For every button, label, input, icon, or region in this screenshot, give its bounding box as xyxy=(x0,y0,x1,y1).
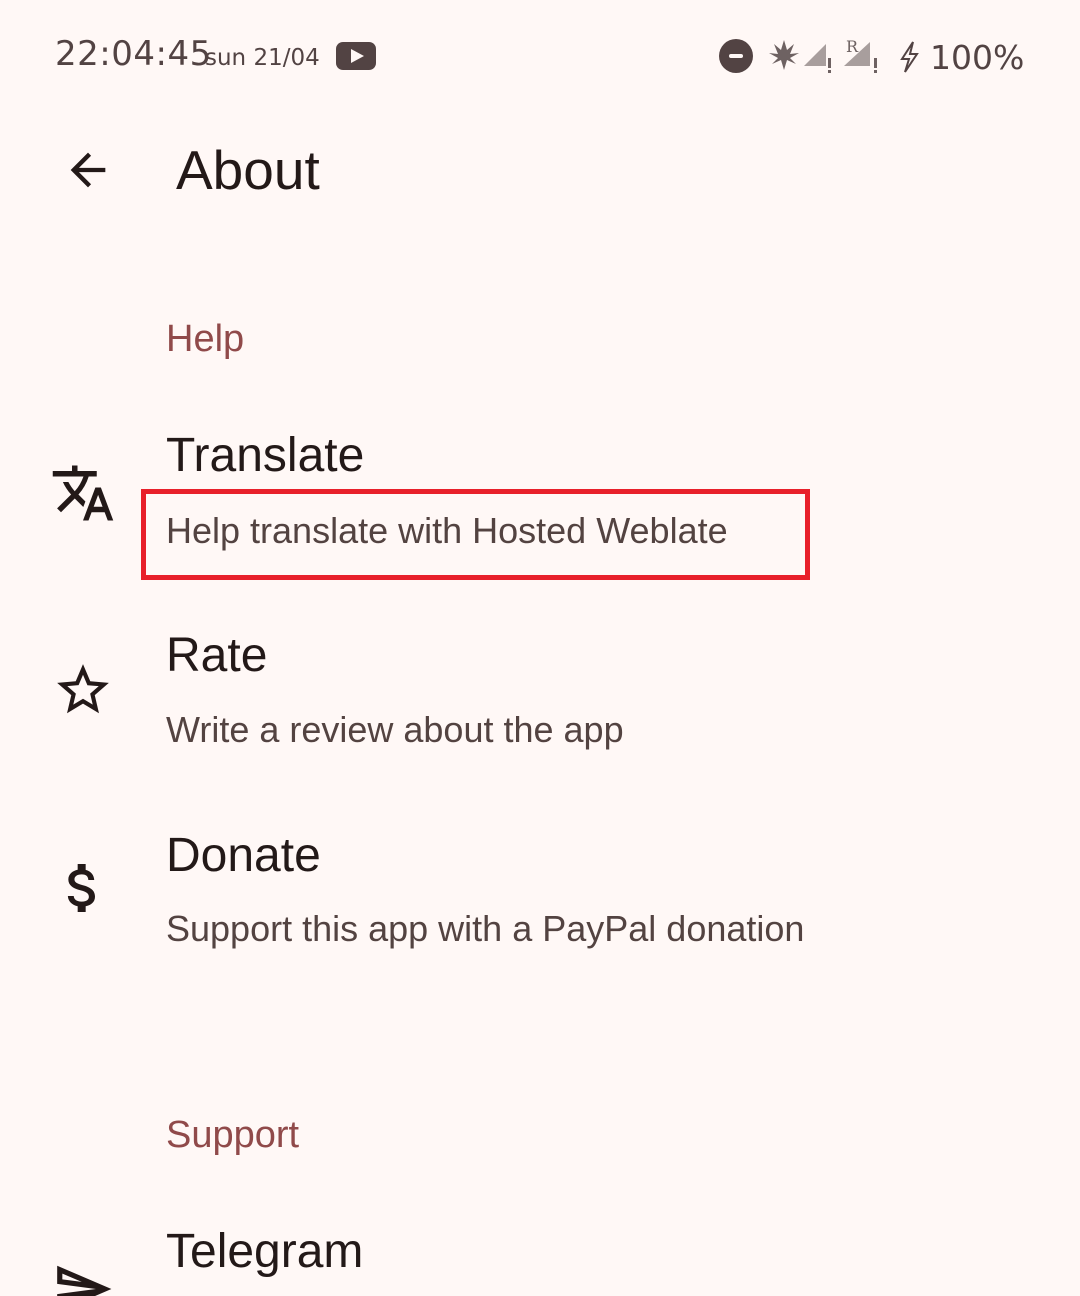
item-title: Rate xyxy=(166,629,268,682)
page-title: About xyxy=(176,139,320,201)
item-subtitle: Support this app with a PayPal donation xyxy=(166,908,805,949)
dollar-icon xyxy=(48,853,118,923)
status-date: sun 21/04 xyxy=(205,45,320,71)
star-icon xyxy=(48,655,118,725)
top-app-bar: About xyxy=(0,110,1080,240)
battery-level: 100% xyxy=(930,38,1025,77)
item-title: Donate xyxy=(166,829,321,882)
charging-icon xyxy=(900,41,919,73)
status-bar: 22:04:45 sun 21/04 R 100% xyxy=(0,0,1080,110)
section-header-help: Help xyxy=(166,318,245,360)
svg-text:R: R xyxy=(846,37,859,56)
list-item-telegram[interactable]: Telegram xyxy=(0,1206,1080,1296)
item-subtitle: Help translate with Hosted Weblate xyxy=(166,510,728,551)
youtube-notification-icon xyxy=(336,42,376,70)
send-icon xyxy=(48,1254,118,1296)
list-item-translate[interactable]: Translate Help translate with Hosted Web… xyxy=(0,410,1080,610)
signal-icons: R xyxy=(769,37,877,73)
back-button[interactable] xyxy=(48,130,128,210)
list-item-donate[interactable]: Donate Support this app with a PayPal do… xyxy=(0,810,1080,1010)
item-subtitle: Write a review about the app xyxy=(166,709,624,750)
about-screen: 22:04:45 sun 21/04 R 100% About Help Tra… xyxy=(0,0,1080,1296)
item-title: Translate xyxy=(166,429,365,482)
do-not-disturb-icon xyxy=(719,39,753,73)
item-title: Telegram xyxy=(166,1225,364,1278)
translate-icon xyxy=(48,458,118,528)
arrow-back-icon xyxy=(70,152,106,188)
section-header-support: Support xyxy=(166,1114,300,1156)
status-time: 22:04:45 xyxy=(55,34,212,74)
list-item-rate[interactable]: Rate Write a review about the app xyxy=(0,610,1080,810)
